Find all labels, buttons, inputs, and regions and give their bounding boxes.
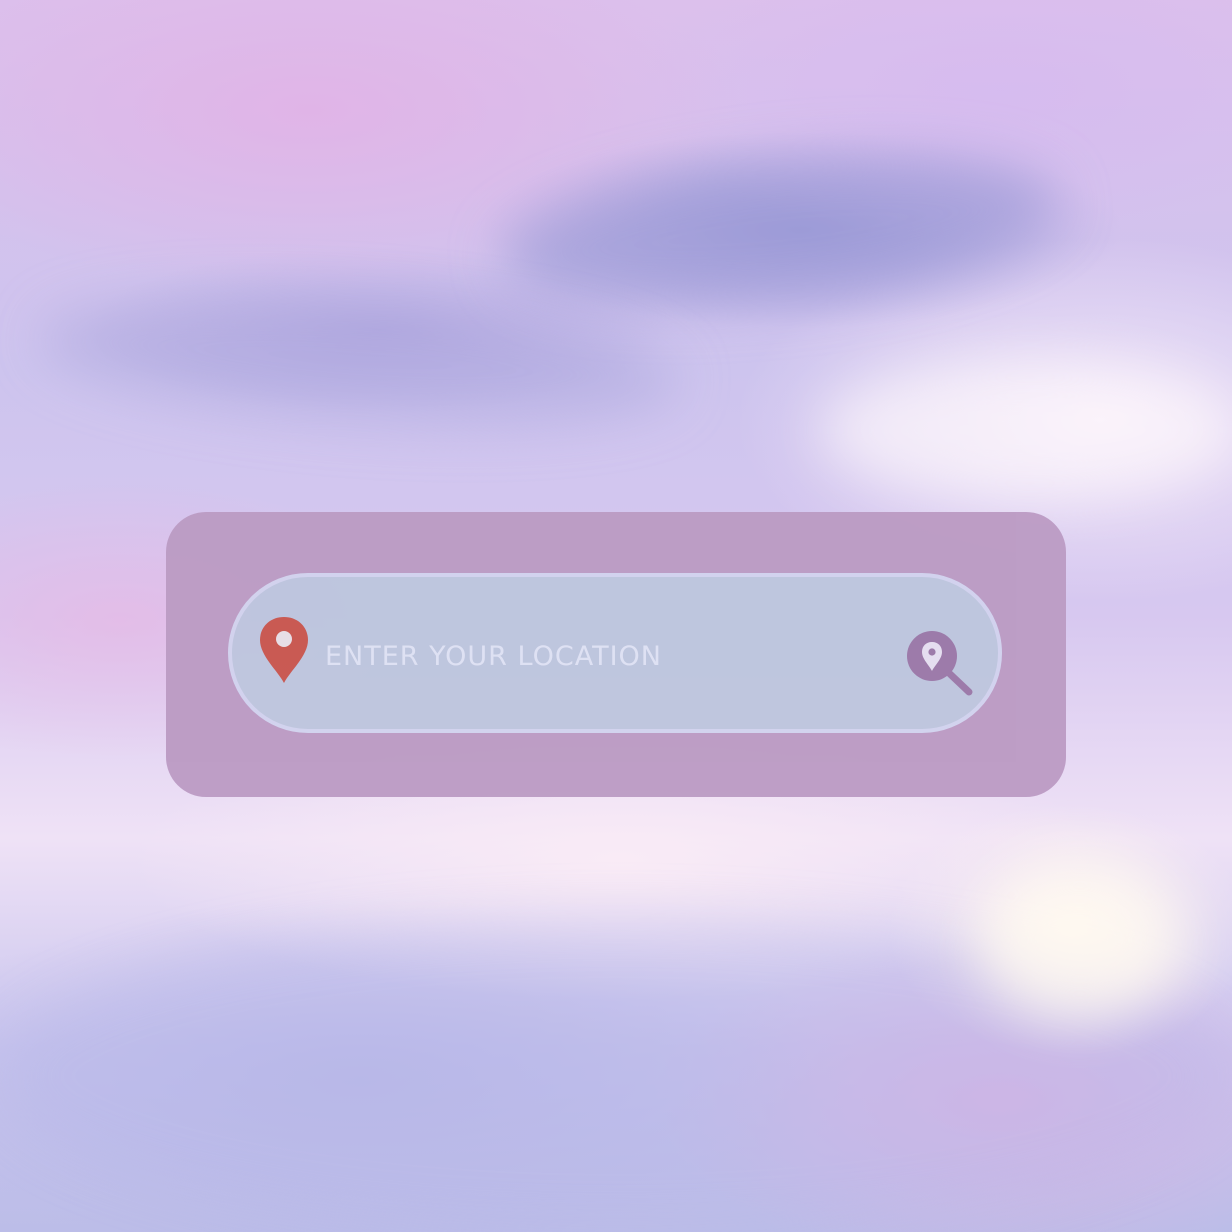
location-search-widget: ENTER YOUR LOCATION <box>166 512 1066 797</box>
location-search-icon[interactable] <box>905 629 977 701</box>
cloud <box>980 860 1180 1020</box>
cloud <box>36 277 684 443</box>
map-pin-icon <box>260 617 308 683</box>
cloud <box>820 360 1232 500</box>
cloud <box>494 131 1066 329</box>
location-search-field[interactable]: ENTER YOUR LOCATION <box>228 573 1002 733</box>
location-input-placeholder[interactable]: ENTER YOUR LOCATION <box>325 641 662 673</box>
